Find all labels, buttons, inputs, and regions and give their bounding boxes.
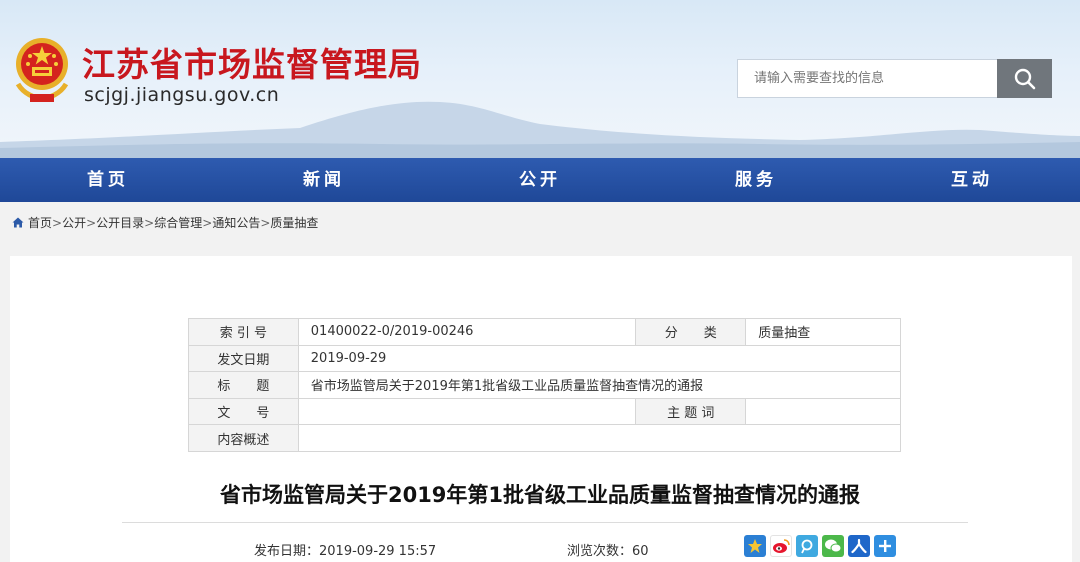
home-icon: [12, 217, 24, 228]
breadcrumb-public[interactable]: 公开: [62, 214, 86, 231]
article-title: 省市场监管局关于2019年第1批省级工业品质量监督抽查情况的通报: [219, 483, 861, 507]
category-value: 质量抽查: [745, 318, 901, 346]
nav-public[interactable]: 公开: [432, 158, 648, 202]
search-input[interactable]: [737, 59, 998, 98]
date-label: 发文日期: [188, 344, 299, 373]
title-divider: [122, 522, 968, 523]
site-title[interactable]: 江苏省市场监督管理局: [82, 38, 422, 86]
subject-value: [745, 397, 901, 426]
table-row: 内容概述: [188, 424, 902, 452]
publish-date: 发布日期：2019-09-29 15:57: [254, 544, 437, 559]
main-nav: 首页 新闻 公开 服务 互动: [0, 158, 1080, 202]
site-domain: scjgj.jiangsu.gov.cn: [84, 84, 280, 106]
breadcrumb-notices[interactable]: 通知公告: [212, 214, 260, 231]
wechat-icon[interactable]: [822, 535, 844, 557]
qzone-icon[interactable]: [744, 535, 766, 557]
index-label: 索 引 号: [188, 318, 299, 346]
nav-home[interactable]: 首页: [0, 158, 216, 202]
breadcrumb-bar: 首页 > 公开 > 公开目录 > 综合管理 > 通知公告 > 质量抽查: [0, 202, 1080, 240]
title-value: 省市场监管局关于2019年第1批省级工业品质量监督抽查情况的通报: [297, 371, 902, 399]
category-label: 分 类: [635, 318, 747, 346]
share-bar: [744, 535, 896, 557]
table-row: 文 号 主 题 词: [188, 397, 901, 426]
search-button[interactable]: [997, 59, 1052, 98]
nav-interaction[interactable]: 互动: [864, 158, 1080, 202]
subject-label: 主 题 词: [635, 397, 747, 426]
weibo-icon[interactable]: [770, 535, 792, 557]
view-count: 浏览次数：60: [567, 544, 649, 559]
breadcrumb: 首页 > 公开 > 公开目录 > 综合管理 > 通知公告 > 质量抽查: [12, 214, 318, 231]
date-value: 2019-09-29: [297, 344, 902, 373]
breadcrumb-home[interactable]: 首页: [28, 214, 52, 231]
mountain-backdrop: [0, 101, 1080, 158]
renren-icon[interactable]: [848, 535, 870, 557]
nav-service[interactable]: 服务: [648, 158, 864, 202]
breadcrumb-general-management[interactable]: 综合管理: [154, 214, 202, 231]
summary-value: [297, 424, 902, 452]
national-emblem-icon: [15, 38, 69, 102]
index-value: 01400022-0/2019-00246: [297, 318, 637, 346]
doc-number-label: 文 号: [188, 397, 299, 426]
table-row: 索 引 号 01400022-0/2019-00246 分 类 质量抽查: [188, 318, 901, 346]
title-label: 标 题: [188, 371, 299, 399]
more-share-icon[interactable]: [874, 535, 896, 557]
table-row: 发文日期 2019-09-29: [188, 344, 902, 373]
doc-number-value: [297, 397, 637, 426]
summary-label: 内容概述: [188, 424, 299, 452]
table-row: 标 题 省市场监管局关于2019年第1批省级工业品质量监督抽查情况的通报: [188, 371, 902, 399]
breadcrumb-quality-check[interactable]: 质量抽查: [270, 214, 318, 231]
breadcrumb-public-catalog[interactable]: 公开目录: [96, 214, 144, 231]
document-meta-table: 索 引 号 01400022-0/2019-00246 分 类 质量抽查 发文日…: [188, 318, 902, 452]
site-header: 江苏省市场监督管理局 scjgj.jiangsu.gov.cn: [0, 0, 1080, 158]
tencent-weibo-icon[interactable]: [796, 535, 818, 557]
search-icon: [1014, 68, 1035, 89]
nav-news[interactable]: 新闻: [216, 158, 432, 202]
